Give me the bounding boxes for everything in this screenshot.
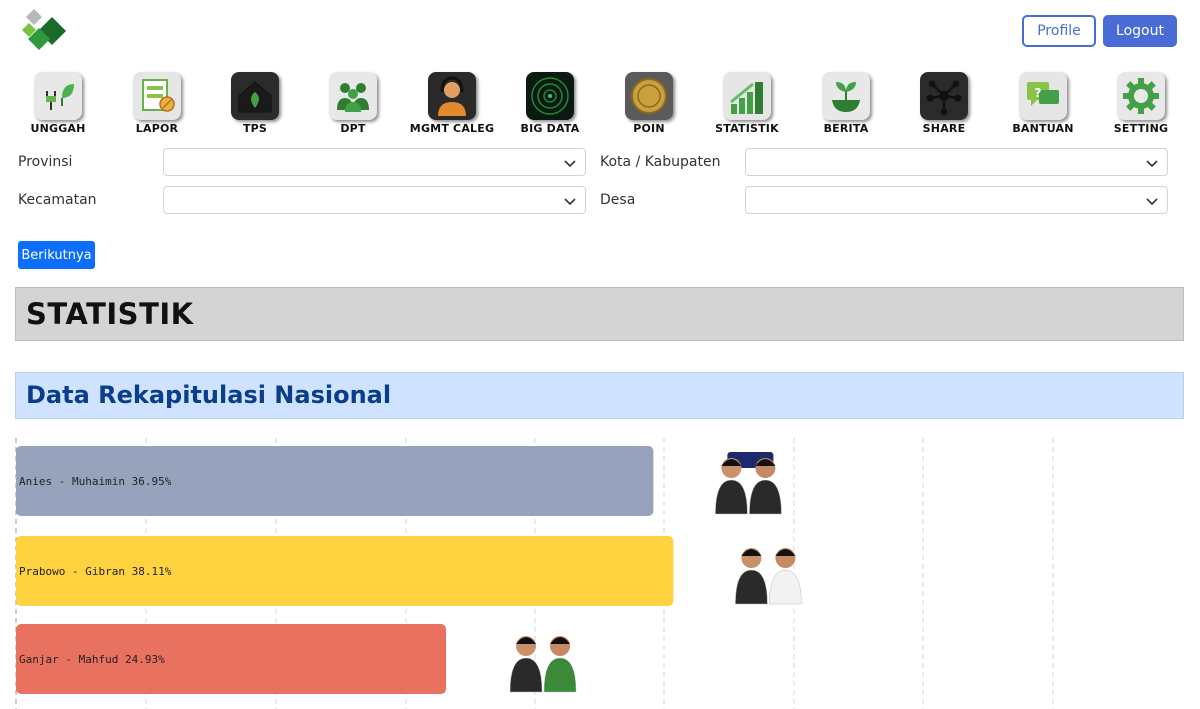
coin-icon — [625, 72, 673, 120]
page: Profile Logout UNGGAH LAPOR TPS DPT MGMT… — [0, 0, 1200, 709]
menu-item-setting[interactable]: SETTING — [1091, 72, 1191, 136]
menu-item-bantuan[interactable]: ? BANTUAN — [993, 72, 1093, 136]
statistik-section-header: STATISTIK — [15, 287, 1184, 341]
chevron-down-icon — [564, 160, 576, 168]
desa-select[interactable] — [745, 186, 1168, 214]
chevron-down-icon — [1146, 160, 1158, 168]
candidate-photo — [509, 636, 577, 693]
provinsi-select[interactable] — [163, 148, 586, 176]
help-chat-icon: ? — [1019, 72, 1067, 120]
logout-button[interactable]: Logout — [1103, 15, 1177, 47]
menu-item-berita[interactable]: BERITA — [796, 72, 896, 136]
chart-bar-label: Ganjar - Mahfud 24.93% — [19, 653, 165, 666]
bar-chart-icon — [723, 72, 771, 120]
kota-label: Kota / Kabupaten — [600, 154, 721, 170]
person-headset-icon — [428, 72, 476, 120]
profile-button[interactable]: Profile — [1022, 15, 1096, 47]
menu-item-big-data[interactable]: BIG DATA — [500, 72, 600, 136]
sprout-icon — [822, 72, 870, 120]
menu-item-poin[interactable]: POIN — [599, 72, 699, 136]
rekap-bar-chart: Anies - Muhaimin 36.95% Prabowo - Gibran … — [0, 438, 1200, 709]
chart-svg: Anies - Muhaimin 36.95% Prabowo - Gibran … — [15, 438, 1054, 709]
menu-item-lapor[interactable]: LAPOR — [107, 72, 207, 136]
menu-item-statistik[interactable]: STATISTIK — [697, 72, 797, 136]
menu-item-dpt[interactable]: DPT — [303, 72, 403, 136]
menu-item-mgmt-caleg[interactable]: MGMT CALEG — [402, 72, 502, 136]
svg-text:?: ? — [1035, 86, 1042, 100]
house-leaf-icon — [231, 72, 279, 120]
main-menu: UNGGAH LAPOR TPS DPT MGMT CALEG BIG DATA… — [0, 72, 1200, 138]
chevron-down-icon — [1146, 198, 1158, 206]
provinsi-label: Provinsi — [18, 154, 73, 170]
candidate-photo — [735, 548, 802, 605]
gear-icon — [1117, 72, 1165, 120]
subsection-title: Data Rekapitulasi Nasional — [26, 381, 392, 409]
rekap-section-header: Data Rekapitulasi Nasional — [15, 372, 1184, 419]
chart-bar-label: Anies - Muhaimin 36.95% — [19, 475, 172, 488]
chart-bar-label: Prabowo - Gibran 38.11% — [19, 565, 172, 578]
section-title: STATISTIK — [26, 297, 194, 331]
kota-select[interactable] — [745, 148, 1168, 176]
candidate-photo — [715, 452, 782, 515]
report-icon — [133, 72, 181, 120]
menu-item-tps[interactable]: TPS — [205, 72, 305, 136]
app-logo[interactable] — [22, 9, 68, 55]
next-button[interactable]: Berikutnya — [18, 241, 95, 269]
menu-item-share[interactable]: SHARE — [894, 72, 994, 136]
desa-label: Desa — [600, 192, 636, 208]
share-network-icon — [920, 72, 968, 120]
kecamatan-select[interactable] — [163, 186, 586, 214]
kecamatan-label: Kecamatan — [18, 192, 97, 208]
radar-icon — [526, 72, 574, 120]
chevron-down-icon — [564, 198, 576, 206]
menu-item-unggah[interactable]: UNGGAH — [8, 72, 108, 136]
people-group-icon — [329, 72, 377, 120]
plug-leaf-icon — [34, 72, 82, 120]
